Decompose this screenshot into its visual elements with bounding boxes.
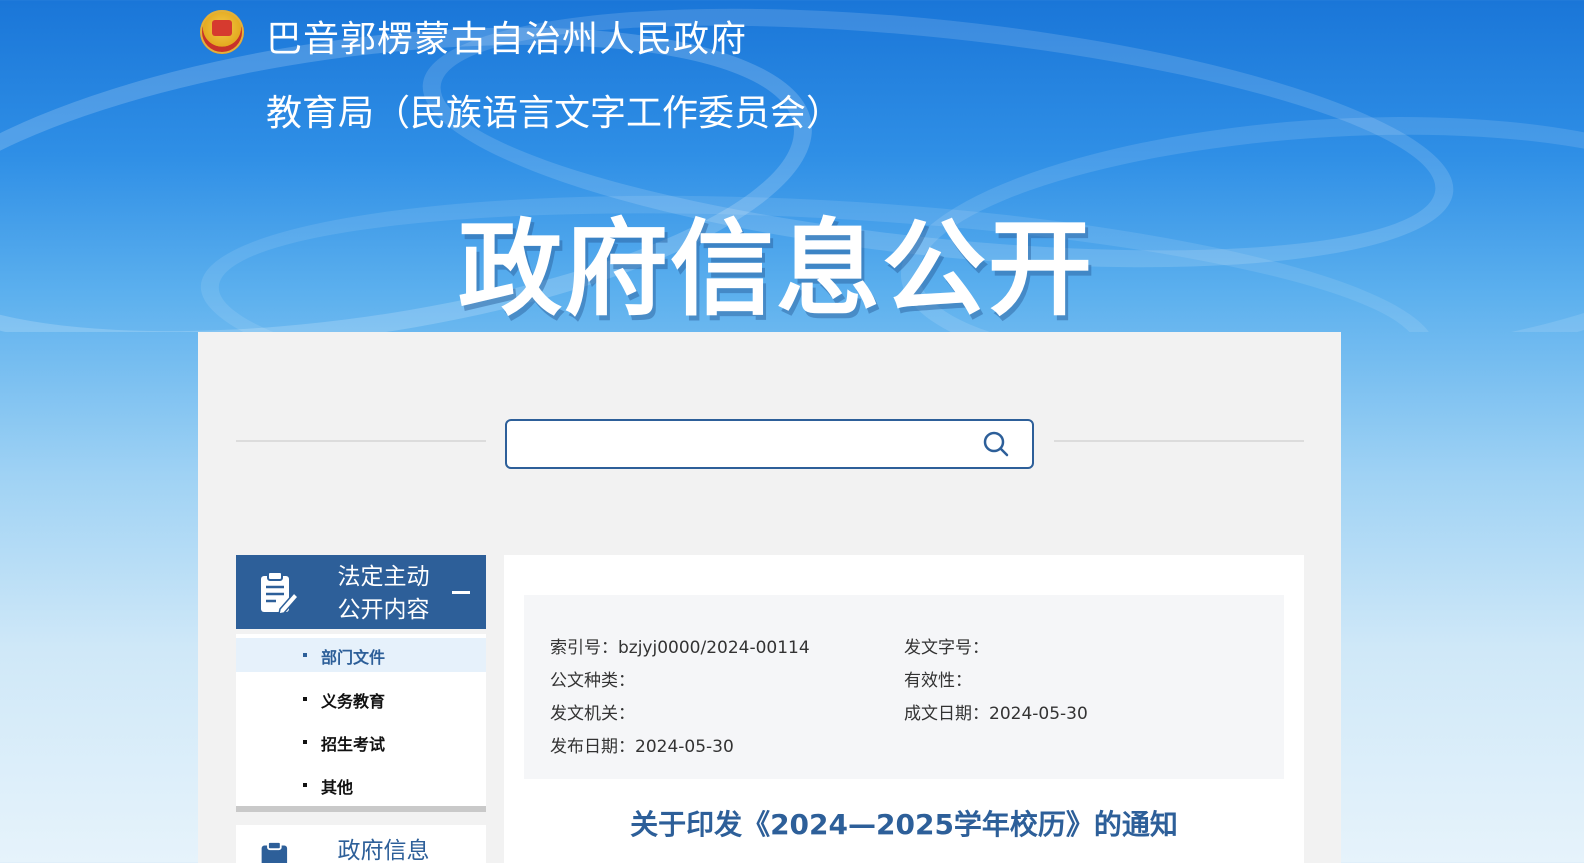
sidebar-item-department-docs[interactable]: 部门文件	[236, 638, 486, 672]
sidebar-section-statutory[interactable]: 法定主动 公开内容	[236, 555, 486, 629]
document-edit-icon	[261, 841, 288, 863]
search-divider-left	[236, 440, 486, 442]
meta-issuer: 发文机关：	[550, 704, 635, 724]
sidebar-item-compulsory-education[interactable]: 义务教育	[236, 682, 486, 716]
meta-publish-date: 发布日期：2024-05-30	[550, 737, 734, 757]
search-icon[interactable]	[982, 430, 1010, 458]
document-edit-icon	[261, 571, 300, 615]
bullet-icon	[303, 783, 307, 787]
sidebar-list: 部门文件 义务教育 招生考试 其他	[236, 634, 486, 812]
meta-doc-type: 公文种类：	[550, 671, 635, 691]
national-emblem-icon	[200, 10, 244, 54]
header-banner: 巴音郭楞蒙古自治州人民政府 教育局（民族语言文字工作委员会） 政府信息公开	[0, 0, 1584, 332]
meta-validity: 有效性：	[904, 671, 972, 691]
meta-doc-no: 发文字号：	[904, 638, 989, 658]
bullet-icon	[303, 653, 307, 657]
search-input[interactable]	[521, 429, 965, 459]
collapse-icon[interactable]	[452, 591, 470, 594]
document-title: 关于印发《2024—2025学年校历》的通知	[630, 808, 1178, 841]
sidebar-item-admissions-exams[interactable]: 招生考试	[236, 725, 486, 759]
dept-name: 教育局（民族语言文字工作委员会）	[266, 93, 843, 134]
sidebar-section-title: 法定主动 公开内容	[337, 564, 430, 623]
search-box	[505, 419, 1034, 469]
search-divider-right	[1054, 440, 1304, 442]
document-content: 索引号：bzjyj0000/2024-00114 发文字号： 公文种类： 有效性…	[504, 555, 1304, 863]
meta-index-no: 索引号：bzjyj0000/2024-00114	[550, 638, 810, 658]
sidebar-item-other[interactable]: 其他	[236, 768, 486, 802]
bullet-icon	[303, 697, 307, 701]
sidebar-section-gov-info[interactable]: 政府信息	[236, 825, 486, 863]
banner-title: 政府信息公开	[458, 208, 1095, 330]
sidebar-section-title: 政府信息	[337, 838, 430, 863]
bullet-icon	[303, 740, 307, 744]
main-panel: 法定主动 公开内容 部门文件 义务教育 招生考试 其他 政府信息 索引号：bzj…	[198, 332, 1341, 863]
meta-written-date: 成文日期：2024-05-30	[904, 704, 1088, 724]
document-meta: 索引号：bzjyj0000/2024-00114 发文字号： 公文种类： 有效性…	[524, 595, 1284, 779]
org-name[interactable]: 巴音郭楞蒙古自治州人民政府	[266, 10, 747, 62]
